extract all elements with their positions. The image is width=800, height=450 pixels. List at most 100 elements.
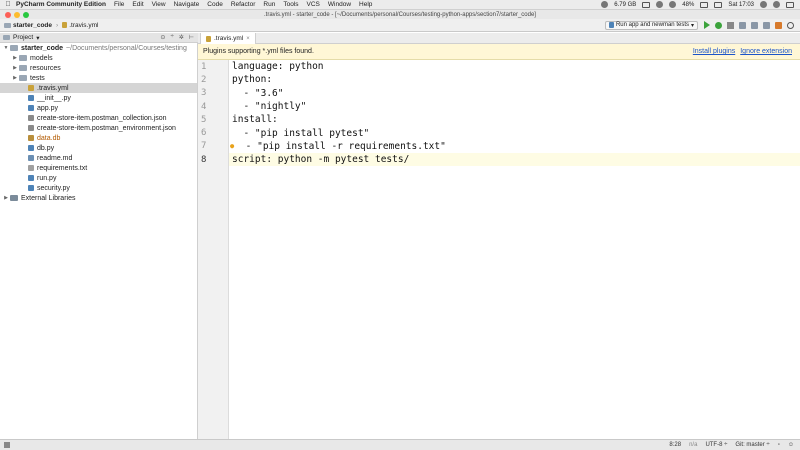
vcs-commit-icon[interactable] bbox=[751, 21, 758, 29]
tree-item[interactable]: data.db bbox=[0, 133, 197, 143]
breadcrumb-separator: › bbox=[56, 21, 59, 29]
collapse-all-icon[interactable]: ÷ bbox=[170, 34, 173, 41]
zoom-window-button[interactable] bbox=[23, 12, 29, 18]
close-tab-icon[interactable]: × bbox=[246, 36, 250, 42]
battery-percent[interactable]: 48% bbox=[682, 2, 694, 8]
breadcrumb-file[interactable]: .travis.yml bbox=[62, 22, 98, 29]
code-line[interactable]: script: python -m pytest tests/ bbox=[229, 153, 800, 167]
ignore-extension-link[interactable]: Ignore extension bbox=[740, 48, 792, 55]
collapsed-arrow-icon[interactable]: ▶ bbox=[11, 65, 19, 71]
file-encoding-selector[interactable]: UTF-8 ÷ bbox=[705, 442, 727, 448]
menu-refactor[interactable]: Refactor bbox=[231, 1, 256, 8]
project-view-chevron-icon[interactable]: ▾ bbox=[36, 34, 39, 42]
spotlight-search-icon[interactable] bbox=[760, 1, 767, 8]
tree-item[interactable]: db.py bbox=[0, 143, 197, 153]
expanded-arrow-icon[interactable]: ▼ bbox=[2, 45, 10, 51]
editor-gutter[interactable]: 12345678 bbox=[198, 60, 229, 439]
run-icon[interactable] bbox=[704, 21, 710, 29]
collapsed-arrow-icon[interactable]: ▶ bbox=[2, 195, 10, 201]
tree-item-label: run.py bbox=[37, 174, 57, 182]
tool-windows-toggle-icon[interactable] bbox=[4, 442, 10, 448]
minimize-window-button[interactable] bbox=[14, 12, 20, 18]
battery-icon[interactable] bbox=[700, 1, 709, 8]
vcs-history-icon[interactable] bbox=[763, 21, 770, 29]
code-line[interactable]: - "nightly" bbox=[229, 100, 800, 113]
line-number[interactable]: 4 bbox=[198, 100, 228, 113]
tree-item[interactable]: create-store-item.postman_collection.jso… bbox=[0, 113, 197, 123]
tree-item-label: db.py bbox=[37, 144, 55, 152]
app-name-menu[interactable]: PyCharm Community Edition bbox=[16, 1, 106, 8]
close-window-button[interactable] bbox=[5, 12, 11, 18]
plugin-suggestion-actions: Install plugins Ignore extension bbox=[693, 48, 800, 55]
menu-code[interactable]: Code bbox=[207, 1, 223, 8]
code-line[interactable]: - "3.6" bbox=[229, 87, 800, 100]
display-icon[interactable] bbox=[642, 1, 651, 8]
debug-icon[interactable] bbox=[715, 21, 722, 29]
tree-item[interactable]: readme.md bbox=[0, 153, 197, 163]
line-separator-indicator[interactable]: n/a bbox=[689, 442, 697, 448]
settings-gear-icon[interactable]: ✲ bbox=[179, 34, 184, 41]
wifi-icon[interactable] bbox=[656, 1, 664, 8]
line-number[interactable]: 5 bbox=[198, 113, 228, 126]
tree-item[interactable]: .travis.yml bbox=[0, 83, 197, 93]
input-flag-icon[interactable] bbox=[714, 1, 723, 8]
scroll-from-source-icon[interactable]: ⊙ bbox=[160, 34, 165, 41]
code-line[interactable]: ● - "pip install -r requirements.txt" bbox=[229, 140, 800, 153]
menu-file[interactable]: File bbox=[114, 1, 124, 8]
lock-icon[interactable]: ▫ bbox=[778, 442, 780, 448]
code-line[interactable]: language: python bbox=[229, 60, 800, 73]
breadcrumb-project[interactable]: starter_code bbox=[4, 22, 52, 29]
menu-vcs[interactable]: VCS bbox=[307, 1, 320, 8]
stop-icon[interactable] bbox=[727, 21, 734, 29]
notification-center-icon[interactable] bbox=[786, 1, 794, 8]
vcs-revert-icon[interactable] bbox=[775, 21, 782, 29]
menu-edit[interactable]: Edit bbox=[132, 1, 143, 8]
volume-icon[interactable] bbox=[669, 1, 677, 8]
menu-help[interactable]: Help bbox=[359, 1, 372, 8]
menu-tools[interactable]: Tools bbox=[283, 1, 298, 8]
menu-window[interactable]: Window bbox=[328, 1, 351, 8]
collapsed-arrow-icon[interactable]: ▶ bbox=[11, 55, 19, 61]
tree-item[interactable]: ▶ models bbox=[0, 53, 197, 63]
install-plugins-link[interactable]: Install plugins bbox=[693, 48, 735, 55]
collapsed-arrow-icon[interactable]: ▶ bbox=[11, 75, 19, 81]
code-line[interactable]: - "pip install pytest" bbox=[229, 126, 800, 139]
run-configuration-dropdown[interactable]: Run app and newman tests ▾ bbox=[604, 20, 698, 30]
line-number[interactable]: 7 bbox=[198, 140, 228, 153]
user-avatar-icon[interactable] bbox=[773, 1, 780, 8]
disk-space-label[interactable]: 6.79 GB bbox=[614, 2, 636, 8]
tree-item[interactable]: requirements.txt bbox=[0, 163, 197, 173]
menu-run[interactable]: Run bbox=[263, 1, 275, 8]
vcs-update-icon[interactable] bbox=[739, 21, 746, 29]
project-view-selector[interactable]: Project bbox=[13, 34, 33, 41]
code-editor[interactable]: language: python python: - "3.6" - "night… bbox=[229, 60, 800, 439]
search-everywhere-icon[interactable] bbox=[787, 21, 794, 29]
code-line[interactable]: python: bbox=[229, 73, 800, 86]
menu-view[interactable]: View bbox=[152, 1, 166, 8]
tree-item[interactable]: security.py bbox=[0, 183, 197, 193]
editor-tab-travis-yml[interactable]: .travis.yml × bbox=[200, 33, 256, 44]
git-branch-selector[interactable]: Git: master ÷ bbox=[735, 442, 769, 448]
sync-icon[interactable] bbox=[601, 1, 609, 8]
hide-panel-icon[interactable]: ⊢ bbox=[189, 34, 194, 41]
tree-item[interactable]: app.py bbox=[0, 103, 197, 113]
tree-item[interactable]: ▶ resources bbox=[0, 63, 197, 73]
caret-position[interactable]: 8:28 bbox=[669, 442, 681, 448]
menu-navigate[interactable]: Navigate bbox=[174, 1, 200, 8]
inspector-icon[interactable]: ☺ bbox=[788, 442, 794, 448]
line-number[interactable]: 8 bbox=[198, 153, 228, 166]
clock-label[interactable]: Sat 17:03 bbox=[728, 2, 754, 8]
tree-item[interactable]: create-store-item.postman_environment.js… bbox=[0, 123, 197, 133]
line-number[interactable]: 2 bbox=[198, 73, 228, 86]
tree-item[interactable]: ▶ External Libraries bbox=[0, 193, 197, 203]
tree-item[interactable]: __init__.py bbox=[0, 93, 197, 103]
line-number[interactable]: 1 bbox=[198, 60, 228, 73]
apple-icon[interactable]:  bbox=[0, 1, 16, 8]
line-number[interactable]: 3 bbox=[198, 87, 228, 100]
editor-tab-bar: .travis.yml × bbox=[198, 33, 800, 44]
tree-item[interactable]: run.py bbox=[0, 173, 197, 183]
tree-item[interactable]: ▼ starter_code ~/Documents/personal/Course… bbox=[0, 43, 197, 53]
line-number[interactable]: 6 bbox=[198, 126, 228, 139]
tree-item[interactable]: ▶ tests bbox=[0, 73, 197, 83]
code-line[interactable]: install: bbox=[229, 113, 800, 126]
